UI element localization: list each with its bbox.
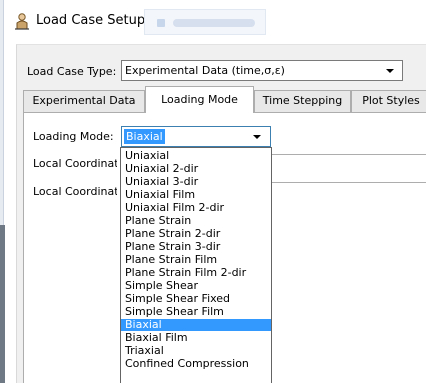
load-case-dialog: Load Case Type: Experimental Data (time,… <box>16 44 426 383</box>
file-name-tab[interactable] <box>144 9 266 35</box>
dropdown-option[interactable]: Triaxial <box>121 345 271 357</box>
dropdown-option[interactable]: Plane Strain 3-dir <box>121 241 271 253</box>
tab-plot-styles[interactable]: Plot Styles <box>351 90 426 112</box>
loading-mode-value: Biaxial <box>124 129 165 144</box>
file-name-redacted <box>173 19 255 27</box>
dropdown-option[interactable]: Uniaxial Film 2-dir <box>121 202 271 214</box>
loading-mode-dropdown-list[interactable]: Uniaxial Uniaxial 2-dir Uniaxial 3-dir U… <box>120 147 272 383</box>
window-left-edge-shadow <box>0 225 5 383</box>
dropdown-option[interactable]: Uniaxial 3-dir <box>121 176 271 188</box>
local-coordinate-1-field[interactable] <box>269 154 426 155</box>
dropdown-option[interactable]: Simple Shear Fixed <box>121 293 271 305</box>
dropdown-option[interactable]: Simple Shear Film <box>121 306 271 318</box>
dropdown-option[interactable]: Plane Strain Film 2-dir <box>121 267 271 279</box>
tab-experimental-data[interactable]: Experimental Data <box>23 90 145 112</box>
tab-loading-mode[interactable]: Loading Mode <box>145 86 254 113</box>
loading-mode-label: Loading Mode: <box>33 130 114 143</box>
dropdown-option[interactable]: Plane Strain 2-dir <box>121 228 271 240</box>
loading-mode-select[interactable]: Biaxial <box>121 126 271 147</box>
dropdown-option[interactable]: Uniaxial Film <box>121 189 271 201</box>
load-case-type-select[interactable]: Experimental Data (time,σ,ε) <box>121 60 403 81</box>
dropdown-option[interactable]: Simple Shear <box>121 280 271 292</box>
load-case-type-value: Experimental Data (time,σ,ε) <box>125 64 285 77</box>
load-case-setup-icon <box>15 13 29 30</box>
local-coordinate-2-field[interactable] <box>269 182 426 183</box>
window-title: Load Case Setup <box>36 13 146 28</box>
local-coordinate-1-label: Local Coordinate <box>33 157 117 170</box>
local-coordinate-2-label: Local Coordinate <box>33 185 117 198</box>
tab-time-stepping[interactable]: Time Stepping <box>254 90 351 112</box>
chevron-down-icon <box>386 69 394 73</box>
dropdown-option[interactable]: Confined Compression <box>121 358 271 370</box>
dropdown-option[interactable]: Biaxial Film <box>121 332 271 344</box>
dropdown-option[interactable]: Uniaxial <box>121 150 271 162</box>
dropdown-option-selected[interactable]: Biaxial <box>121 319 271 331</box>
file-icon <box>157 19 165 27</box>
dropdown-option[interactable]: Plane Strain Film <box>121 254 271 266</box>
dropdown-option[interactable]: Uniaxial 2-dir <box>121 163 271 175</box>
chevron-down-icon <box>253 135 261 139</box>
dropdown-option[interactable]: Plane Strain <box>121 215 271 227</box>
load-case-type-label: Load Case Type: <box>27 65 117 78</box>
